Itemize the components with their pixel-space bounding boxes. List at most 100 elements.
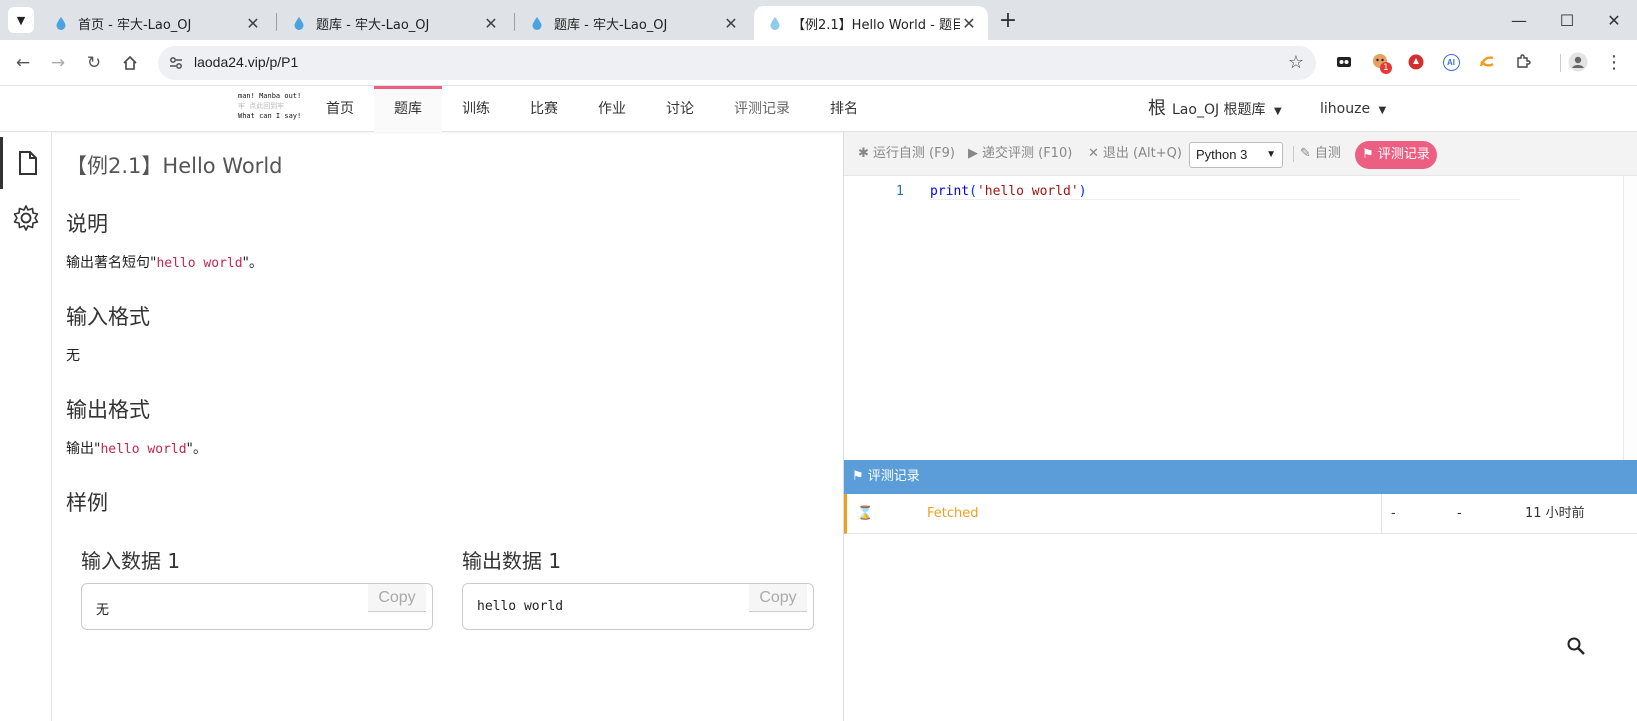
back-arrow-icon[interactable]: ← [9, 49, 37, 77]
search-icon[interactable] [1562, 632, 1590, 660]
document-icon [18, 151, 37, 175]
droplet-icon [56, 17, 66, 30]
close-icon[interactable]: ✕ [722, 14, 740, 33]
browser-tab-3[interactable]: 题库 - 牢大-Lao_OJ ✕ [516, 6, 750, 40]
column-divider [1381, 494, 1382, 534]
minimize-icon[interactable]: — [1505, 6, 1533, 34]
toolbar-divider [1293, 146, 1294, 162]
domain-switcher[interactable]: 根 Lao_OJ 根题库 ▼ [1148, 86, 1282, 132]
judge-record-row[interactable]: ⌛ Fetched - - 11 小时前 [844, 494, 1637, 534]
copy-output-button[interactable]: Copy [749, 584, 807, 612]
extension-icon[interactable] [1406, 52, 1426, 72]
language-select[interactable]: Python 3 ▼ [1189, 142, 1283, 168]
new-tab-button[interactable]: + [996, 8, 1020, 33]
bookmark-star-icon[interactable]: ☆ [1288, 52, 1304, 73]
judge-header-label: 评测记录 [867, 469, 920, 484]
copy-input-button[interactable]: Copy [368, 584, 426, 612]
records-label: 评测记录 [1377, 147, 1430, 162]
submit-button[interactable]: ▶ 递交评测 (F10) [968, 132, 1072, 176]
chevron-down-icon: ▼ [1378, 105, 1387, 116]
nav-records[interactable]: 评测记录 [726, 86, 798, 132]
extension-icon[interactable]: AI [1441, 52, 1461, 72]
sidebar-problem-button[interactable] [0, 137, 52, 189]
tab-label: 【例2.1】Hello World - 题目详 [792, 17, 960, 33]
run-label: 运行自测 (F9) [872, 146, 955, 161]
extension-icon[interactable]: 1 [1370, 52, 1392, 74]
window-close-icon[interactable]: ✕ [1600, 6, 1628, 34]
nav-problems[interactable]: 题库 [374, 86, 442, 132]
tab-divider [276, 13, 277, 31]
tab-label: 题库 - 牢大-Lao_OJ [554, 17, 668, 33]
nav-homework[interactable]: 作业 [590, 86, 634, 132]
selftest-label: 自测 [1314, 146, 1341, 161]
judge-submitted-at: 11 小时前 [1525, 506, 1585, 521]
samples-heading: 样例 [66, 491, 108, 515]
close-icon[interactable]: ✕ [482, 14, 500, 33]
chevron-down-icon: ▼ [1266, 149, 1276, 160]
extension-icon[interactable] [1477, 52, 1497, 72]
site-logo[interactable]: man! Manba out! 牢 点此回到牢 What can I say! [238, 91, 304, 127]
domain-label: Lao_OJ 根题库 [1172, 102, 1266, 118]
site-header: man! Manba out! 牢 点此回到牢 What can I say! … [0, 86, 1637, 132]
browser-tab-1[interactable]: 首页 - 牢大-Lao_OJ ✕ [40, 6, 272, 40]
browser-tab-2[interactable]: 题库 - 牢大-Lao_OJ ✕ [278, 6, 510, 40]
forward-arrow-icon[interactable]: → [44, 49, 72, 77]
close-icon[interactable]: ✕ [960, 14, 978, 33]
nav-discussion[interactable]: 讨论 [658, 86, 702, 132]
browser-tab-active[interactable]: 【例2.1】Hello World - 题目详 ✕ [754, 6, 988, 40]
sample-output-heading: 输出数据 1 [462, 549, 562, 573]
tab-label: 首页 - 牢大-Lao_OJ [78, 17, 192, 33]
nav-ranking[interactable]: 排名 [822, 86, 866, 132]
language-value: Python 3 [1196, 147, 1248, 162]
user-menu[interactable]: lihouze ▼ [1320, 86, 1386, 132]
reload-icon[interactable]: ↻ [80, 49, 108, 77]
nav-training[interactable]: 训练 [454, 86, 498, 132]
editor-scrollbar[interactable] [1623, 176, 1637, 462]
run-selftest-button[interactable]: ✱ 运行自测 (F9) [858, 132, 955, 176]
close-icon: ✕ [1088, 146, 1099, 161]
pencil-icon: ✎ [1300, 146, 1311, 161]
droplet-icon [770, 17, 780, 30]
selftest-toggle[interactable]: ✎ 自测 [1300, 132, 1341, 176]
judge-score: - [1391, 506, 1396, 521]
sidebar-settings-button[interactable] [0, 192, 52, 244]
profile-avatar-icon[interactable] [1568, 52, 1588, 72]
description-heading: 说明 [66, 212, 108, 236]
description-prefix: 输出著名短句" [66, 255, 157, 271]
code-editor[interactable]: 1 print('hello world') [844, 176, 1637, 462]
site-settings-icon[interactable] [168, 55, 184, 71]
toolbar-divider [1560, 54, 1561, 72]
flag-icon: ⚑ [852, 469, 864, 484]
sample-input-heading: 输入数据 1 [81, 549, 181, 573]
sample-input-box: 无 Copy [81, 583, 433, 630]
address-bar[interactable]: laoda24.vip/p/P1 ☆ [158, 46, 1316, 80]
url-text: laoda24.vip/p/P1 [194, 54, 299, 70]
problem-title: 【例2.1】Hello World [66, 154, 283, 178]
output-prefix: 输出" [66, 441, 101, 457]
judge-status: Fetched [927, 506, 979, 521]
code-token-paren: ( [969, 184, 977, 199]
home-icon[interactable] [116, 49, 144, 77]
nav-contest[interactable]: 比赛 [522, 86, 566, 132]
editor-pane: ✱ 运行自测 (F9) ▶ 递交评测 (F10) ✕ 退出 (Alt+Q) Pytho… [844, 132, 1637, 721]
browser-menu-icon[interactable]: ⋮ [1604, 52, 1624, 73]
editor-toolbar: ✱ 运行自测 (F9) ▶ 递交评测 (F10) ✕ 退出 (Alt+Q) Pytho… [844, 132, 1637, 176]
extensions-puzzle-icon[interactable] [1513, 52, 1533, 72]
description-text: 输出著名短句"hello world"。 [66, 252, 263, 272]
logo-line: man! Manba out! [238, 92, 302, 100]
submit-label: 递交评测 (F10) [982, 146, 1073, 161]
browser-toolbar: ← → ↻ laoda24.vip/p/P1 ☆ 1 AI ⋮ [0, 40, 1637, 86]
extension-icon[interactable] [1334, 52, 1354, 72]
exit-label: 退出 (Alt+Q) [1102, 146, 1182, 161]
output-format-heading: 输出格式 [66, 398, 150, 422]
input-format-text: 无 [66, 348, 80, 364]
line-number: 1 [896, 184, 904, 199]
sample-output-box: hello world Copy [462, 583, 814, 630]
exit-button[interactable]: ✕ 退出 (Alt+Q) [1088, 132, 1182, 176]
maximize-icon[interactable]: ☐ [1553, 6, 1581, 34]
tab-search-button[interactable]: ▼ [8, 7, 34, 33]
records-button[interactable]: ⚑ 评测记录 [1355, 141, 1437, 169]
output-format-text: 输出"hello world"。 [66, 438, 207, 458]
nav-home[interactable]: 首页 [318, 86, 362, 132]
close-icon[interactable]: ✕ [244, 14, 262, 33]
